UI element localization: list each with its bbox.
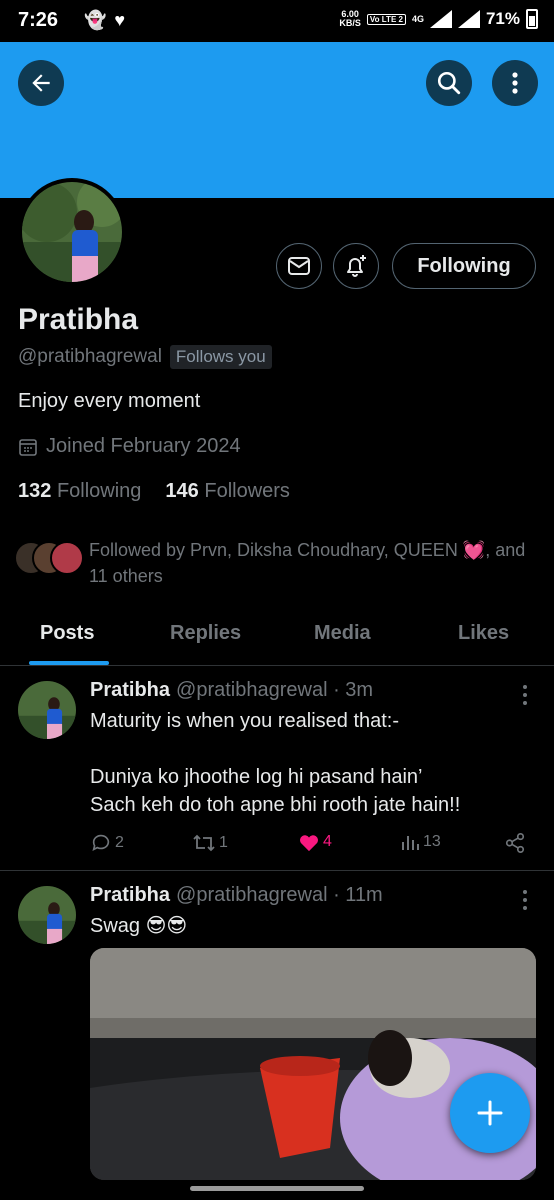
views-icon xyxy=(402,836,419,850)
status-time: 7:26 xyxy=(18,9,59,31)
back-arrow-icon xyxy=(32,74,50,92)
profile-banner xyxy=(0,42,554,198)
followers-count-link[interactable]: 146 Followers xyxy=(165,480,290,503)
profile-avatar[interactable] xyxy=(18,178,126,286)
follower-avatars xyxy=(14,541,84,577)
reply-button[interactable]: 2 xyxy=(90,832,124,854)
mail-icon xyxy=(288,257,310,275)
calendar-icon xyxy=(19,438,37,456)
plus-icon xyxy=(477,1100,503,1126)
avatar[interactable] xyxy=(18,681,76,739)
avatar-photo xyxy=(22,182,122,282)
views-button[interactable]: 13 xyxy=(400,832,441,852)
search-button[interactable] xyxy=(426,60,472,106)
more-options-button[interactable] xyxy=(492,60,538,106)
volte-icon: Vo LTE 2 xyxy=(366,13,406,25)
message-button[interactable] xyxy=(276,243,322,289)
joined-date: Joined February 2024 xyxy=(18,435,241,458)
post-meta: @pratibhagrewal · 3m xyxy=(176,679,374,701)
notifications-button[interactable] xyxy=(333,243,379,289)
profile-bio: Enjoy every moment xyxy=(18,390,201,412)
avatar xyxy=(50,541,84,575)
repost-icon xyxy=(193,834,215,852)
active-tab-indicator xyxy=(29,661,109,665)
tab-posts[interactable]: Posts xyxy=(40,622,94,645)
signal-icon xyxy=(429,10,452,28)
share-button[interactable] xyxy=(504,832,526,854)
snapchat-icon: 👻 xyxy=(84,10,107,30)
post-meta: @pratibhagrewal · 11m xyxy=(176,884,383,906)
tab-likes[interactable]: Likes xyxy=(458,622,509,645)
bell-plus-icon xyxy=(347,255,366,277)
like-button[interactable]: 4 xyxy=(298,832,332,852)
post-more-icon[interactable] xyxy=(516,888,534,912)
share-icon xyxy=(505,833,525,853)
following-button[interactable]: Following xyxy=(392,243,536,289)
heart-icon xyxy=(299,835,319,852)
followed-by-text: Followed by Prvn, Diksha Choudhary, QUEE… xyxy=(89,540,526,586)
home-indicator[interactable] xyxy=(190,1186,364,1191)
net-speed: 6.00 KB/S xyxy=(339,9,361,28)
tab-media[interactable]: Media xyxy=(314,622,371,645)
follows-you-badge: Follows you xyxy=(169,345,272,369)
back-button[interactable] xyxy=(18,60,64,106)
followed-by-row[interactable]: Followed by Prvn, Diksha Choudhary, QUEE… xyxy=(14,537,534,589)
battery-icon xyxy=(526,9,538,29)
post-actions: 2 1 4 13 xyxy=(90,832,530,858)
following-count-link[interactable]: 132 Following xyxy=(18,480,141,503)
display-name: Pratibha xyxy=(18,303,139,336)
signal-icon-2 xyxy=(457,10,480,28)
post-text: Swag 😎😎 xyxy=(90,915,188,937)
post-more-icon[interactable] xyxy=(516,683,534,707)
tab-replies[interactable]: Replies xyxy=(170,622,241,645)
profile-tabs: Posts Replies Media Likes xyxy=(0,610,554,666)
post-author-name[interactable]: Pratibha xyxy=(90,884,170,907)
more-vertical-icon xyxy=(512,72,518,94)
post[interactable]: Pratibha @pratibhagrewal · 3m Maturity i… xyxy=(0,667,554,871)
profile-handle: @pratibhagrewal xyxy=(18,346,162,367)
avatar[interactable] xyxy=(18,886,76,944)
repost-button[interactable]: 1 xyxy=(192,832,228,854)
post-text: Maturity is when you realised that:- Dun… xyxy=(90,710,461,816)
reply-icon xyxy=(92,834,110,851)
compose-button[interactable] xyxy=(450,1073,530,1153)
status-bar: 7:26 👻 ♥ 6.00 KB/S Vo LTE 2 4G 71% xyxy=(0,0,554,42)
post-author-name[interactable]: Pratibha xyxy=(90,679,170,702)
heart-status-icon: ♥ xyxy=(114,10,126,30)
battery-percent: 71% xyxy=(485,9,520,28)
search-icon xyxy=(437,71,461,95)
network-type: 4G xyxy=(411,14,424,24)
